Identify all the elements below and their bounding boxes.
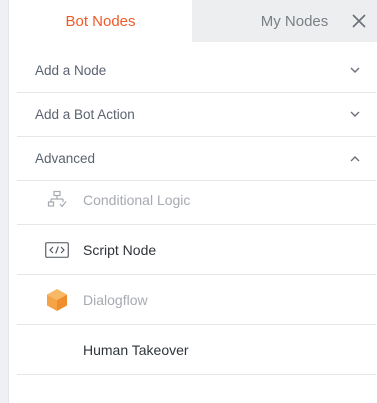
node-script-node[interactable]: Script Node [17,225,376,275]
section-add-a-bot-action[interactable]: Add a Bot Action [17,93,376,137]
canvas-edge [0,0,9,403]
dialogflow-icon [45,288,69,312]
node-label: Conditional Logic [83,191,191,208]
tab-bar: Bot Nodes My Nodes [9,0,377,42]
section-label: Add a Bot Action [35,107,135,122]
section-label: Add a Node [35,63,107,78]
node-label: Dialogflow [83,291,148,308]
node-label: Script Node [83,241,157,258]
section-add-a-node[interactable]: Add a Node [17,49,376,93]
chevron-down-icon [350,66,360,76]
flowchart-icon [45,188,69,212]
close-icon [352,14,366,28]
node-picker-panel: Bot Nodes My Nodes Add a Node Add a Bot … [9,0,377,403]
node-human-takeover[interactable]: Human Takeover [17,325,376,375]
blank-icon [45,338,69,362]
code-icon [45,238,69,262]
node-label: Human Takeover [83,341,189,358]
chevron-up-icon [350,154,360,164]
node-conditional-logic[interactable]: Conditional Logic [17,175,376,225]
close-button[interactable] [347,9,371,33]
section-label: Advanced [35,151,96,166]
tab-bot-nodes[interactable]: Bot Nodes [9,0,192,42]
node-dialogflow[interactable]: Dialogflow [17,275,376,325]
chevron-down-icon [350,110,360,120]
